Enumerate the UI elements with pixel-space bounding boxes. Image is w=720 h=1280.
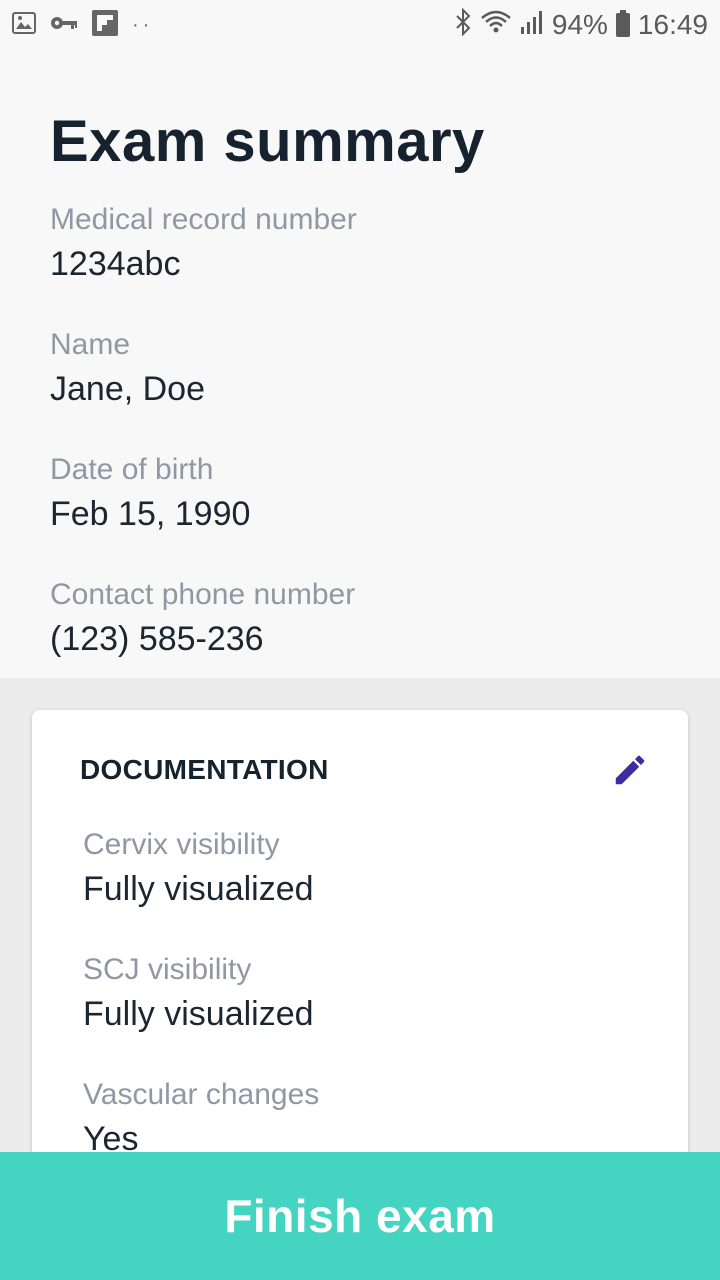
documentation-list: Cervix visibility Fully visualized SCJ v… <box>80 826 640 1164</box>
field-value: (123) 585-236 <box>50 620 264 658</box>
field-value: 1234abc <box>50 245 181 283</box>
image-icon <box>12 11 36 39</box>
doc-value: Fully visualized <box>83 870 314 908</box>
cervix-visibility-item: Cervix visibility Fully visualized <box>83 826 640 914</box>
clock: 16:49 <box>637 9 708 40</box>
flipboard-icon <box>92 9 118 41</box>
card-header: DOCUMENTATION <box>80 748 645 792</box>
contact-phone-field: Contact phone number (123) 585-236 <box>50 576 670 664</box>
field-label: Name <box>50 328 131 361</box>
finish-exam-button[interactable]: Finish exam <box>0 1152 720 1280</box>
exam-summary-screen: ·· 94% 16:49 Exam summary Medical record… <box>0 0 720 1280</box>
doc-value: Fully visualized <box>83 995 314 1033</box>
medical-record-field: Medical record number 1234abc <box>50 201 670 289</box>
key-icon <box>50 15 78 36</box>
status-right-icons: 94% 16:49 <box>454 7 708 43</box>
patient-info-section: Exam summary Medical record number 1234a… <box>0 50 720 678</box>
date-of-birth-field: Date of birth Feb 15, 1990 <box>50 451 670 539</box>
signal-icon <box>520 9 544 42</box>
field-value: Feb 15, 1990 <box>50 495 251 533</box>
battery-percent: 94% <box>551 9 608 40</box>
pencil-icon <box>615 755 645 785</box>
page-title: Exam summary <box>50 109 485 174</box>
battery-icon <box>615 10 630 37</box>
scj-visibility-item: SCJ visibility Fully visualized <box>83 951 640 1039</box>
status-left-icons: ·· <box>12 9 154 41</box>
wifi-icon <box>480 9 512 42</box>
field-value: Jane, Doe <box>50 370 205 408</box>
bluetooth-icon <box>454 7 472 43</box>
doc-label: Cervix visibility <box>83 828 280 861</box>
more-dots-icon: ·· <box>132 13 154 36</box>
field-label: Contact phone number <box>50 578 356 611</box>
field-label: Date of birth <box>50 453 214 486</box>
vascular-changes-item: Vascular changes Yes <box>83 1076 640 1164</box>
name-field: Name Jane, Doe <box>50 326 670 414</box>
doc-label: Vascular changes <box>83 1078 320 1111</box>
field-label: Medical record number <box>50 203 357 236</box>
edit-documentation-button[interactable] <box>608 748 652 792</box>
status-bar: ·· 94% 16:49 <box>0 0 720 50</box>
card-title: DOCUMENTATION <box>80 754 329 785</box>
doc-label: SCJ visibility <box>83 953 252 986</box>
